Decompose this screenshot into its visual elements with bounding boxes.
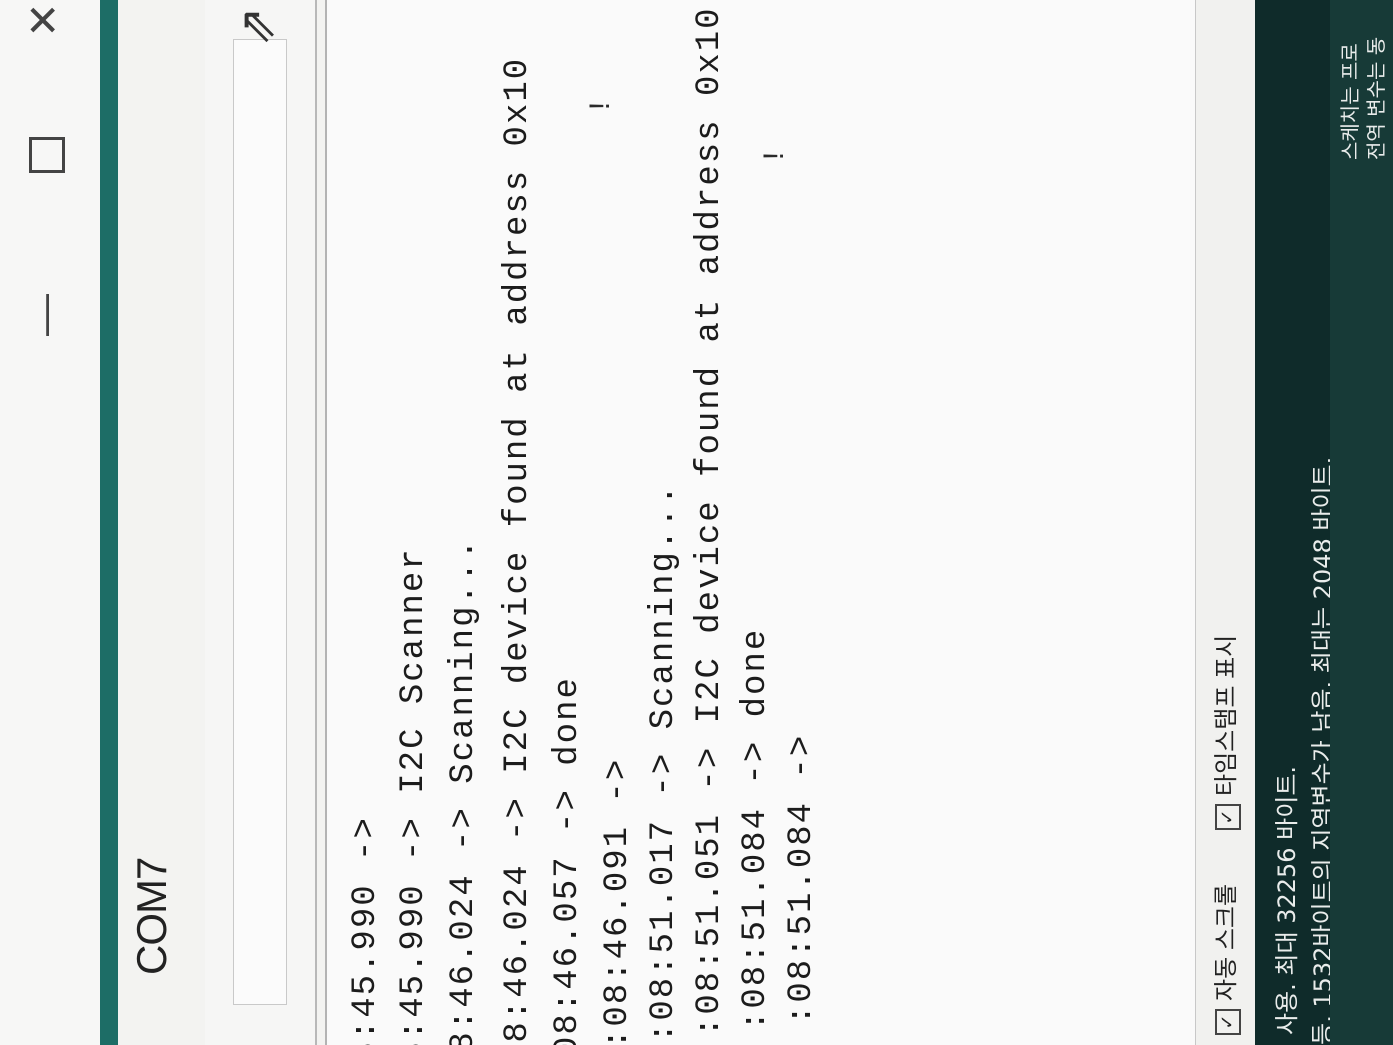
- console-line: 전역 변수는 동: [1364, 36, 1388, 160]
- timestamp-checkbox[interactable]: ✓: [1214, 804, 1241, 830]
- output-line: :08:51.051 -> I2C device found at addres…: [691, 6, 729, 1037]
- output-line: 08:46.024 -> I2C device found at address…: [499, 56, 537, 1045]
- close-button[interactable]: ✕: [14, 0, 74, 50]
- autoscroll-label: 자동 스크롤: [1213, 883, 1240, 1001]
- output-exclamation: !: [759, 146, 793, 165]
- mouse-cursor-icon: ⇖: [237, 0, 279, 52]
- send-input[interactable]: [233, 39, 287, 1005]
- output-exclamation: !: [585, 96, 619, 115]
- options-bar: ✓ 자동 스크롤 ✓ 타임스탬프 표시: [1195, 0, 1256, 1045]
- output-line: 08:45.990 -> I2C Scanner: [395, 547, 433, 1045]
- photo-stage: — ✕ COM7 ⇖ 08:45.990 -> 08:45.990 -> I2C…: [0, 0, 1393, 1045]
- output-line: 08:45.990 ->: [347, 816, 385, 1045]
- serial-monitor-window: — ✕ COM7 ⇖ 08:45.990 -> 08:45.990 -> I2C…: [0, 0, 1393, 1045]
- output-line: :08:51.084 ->: [783, 733, 821, 1025]
- maximize-button[interactable]: [14, 125, 74, 185]
- autoscroll-checkbox[interactable]: ✓: [1214, 1009, 1241, 1035]
- minimize-button[interactable]: —: [14, 285, 74, 345]
- maximize-icon: [28, 137, 65, 173]
- ide-side-panel: 스케치는 프로 전역 변수는 동: [1330, 0, 1393, 1045]
- title-bar: — ✕: [0, 0, 100, 1045]
- window-title: COM7: [128, 857, 175, 975]
- output-line: :08:51.084 -> done: [737, 627, 775, 1031]
- timestamp-label: 타임스탬프 표시: [1213, 634, 1240, 796]
- output-line: :08:51.017 -> Scanning...: [645, 482, 683, 1043]
- output-line: 08:46.024 -> Scanning...: [445, 537, 483, 1045]
- window-frame-edge: [100, 0, 118, 1045]
- timestamp-option[interactable]: ✓ 타임스탬프 표시: [1206, 635, 1241, 830]
- output-line: :08:46.091 ->: [599, 757, 637, 1045]
- serial-output[interactable]: 08:45.990 -> 08:45.990 -> I2C Scanner 08…: [325, 0, 1197, 1045]
- autoscroll-option[interactable]: ✓ 자동 스크롤: [1206, 884, 1241, 1035]
- console-line: 스케치는 프로: [1338, 43, 1362, 160]
- send-row: [205, 0, 317, 1045]
- close-icon: ✕: [20, 2, 67, 38]
- minimize-icon: —: [20, 294, 67, 336]
- output-line: 08:46.057 -> done: [549, 676, 587, 1045]
- console-line: 사용. 최대 32256 바이트.: [1273, 765, 1301, 1035]
